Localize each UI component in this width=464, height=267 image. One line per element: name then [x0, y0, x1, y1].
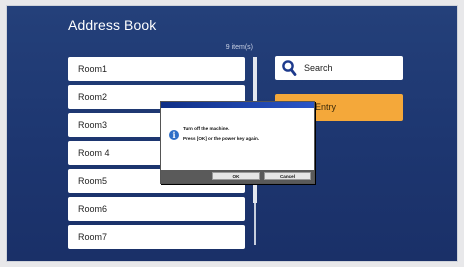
- page-title: Address Book: [68, 17, 157, 33]
- list-item-room1[interactable]: Room1: [68, 57, 245, 81]
- list-item-label: Room6: [78, 204, 108, 214]
- info-icon: i: [169, 130, 179, 140]
- dialog-footer: OK Cancel: [161, 170, 314, 183]
- cancel-button[interactable]: Cancel: [264, 172, 311, 180]
- device-screen: Address Book 9 item(s) Room1 Room2 Room3…: [6, 5, 458, 262]
- dialog-titlebar: [161, 102, 314, 108]
- dialog-message-line1: Turn off the machine.: [183, 126, 230, 131]
- dialog-message-line2: Press [OK] or the power key again.: [183, 136, 260, 141]
- list-item-label: Room3: [78, 120, 108, 130]
- list-item-room7[interactable]: Room7: [68, 225, 245, 249]
- dialog-message: Turn off the machine. Press [OK] or the …: [183, 124, 259, 144]
- search-icon: [282, 60, 297, 76]
- list-item-label: Room2: [78, 92, 108, 102]
- item-count: 9 item(s): [225, 44, 253, 51]
- confirm-dialog: i Turn off the machine. Press [OK] or th…: [160, 101, 315, 184]
- search-button-label: Search: [304, 63, 333, 73]
- list-item-label: Room 4: [78, 148, 110, 158]
- list-item-room6[interactable]: Room6: [68, 197, 245, 221]
- ok-button[interactable]: OK: [212, 172, 260, 180]
- search-button[interactable]: Search: [275, 56, 403, 80]
- list-item-label: Room5: [78, 176, 108, 186]
- list-item-label: Room7: [78, 232, 108, 242]
- list-item-label: Room1: [78, 64, 108, 74]
